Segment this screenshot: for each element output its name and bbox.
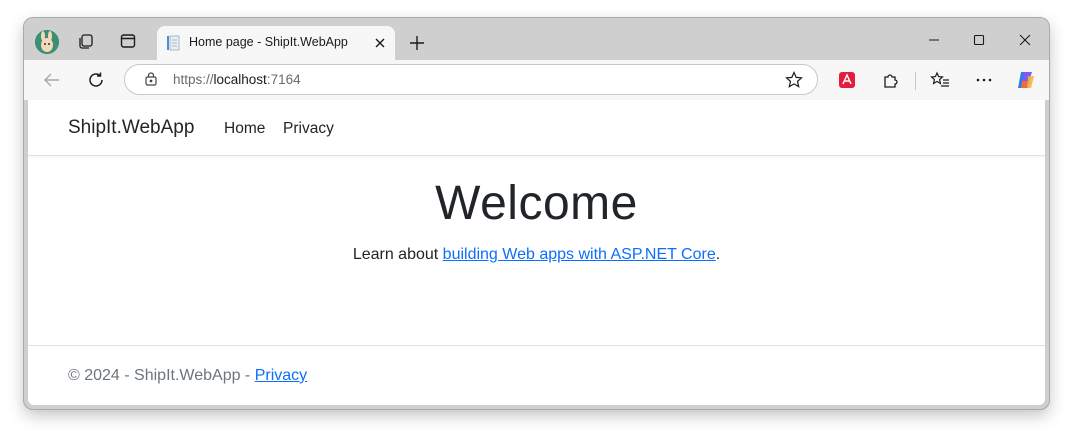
page-title: Welcome (435, 177, 638, 230)
window-close-icon[interactable] (1007, 28, 1043, 52)
url-host: localhost (213, 72, 267, 87)
browser-toolbar: https://localhost:7164 (24, 60, 1049, 100)
footer-privacy-link[interactable]: Privacy (255, 367, 307, 384)
favorites-list-icon[interactable] (926, 66, 954, 94)
brand-link[interactable]: ShipIt.WebApp (68, 117, 194, 139)
address-bar[interactable]: https://localhost:7164 (124, 64, 818, 95)
url-text: https://localhost:7164 (173, 72, 301, 87)
lead-suffix: . (715, 246, 721, 263)
site-footer: © 2024 - ShipIt.WebApp - Privacy (28, 345, 1045, 405)
document-favicon-icon (165, 35, 181, 51)
toolbar-divider (915, 72, 916, 90)
back-arrow-icon[interactable] (38, 66, 66, 94)
maximize-icon[interactable] (961, 28, 997, 52)
aspnet-docs-link[interactable]: building Web apps with ASP.NET Core (443, 246, 716, 263)
web-page: ShipIt.WebApp Home Privacy Welcome Learn… (28, 100, 1045, 405)
site-info-icon[interactable] (143, 71, 159, 92)
footer-text: © 2024 - ShipIt.WebApp - Privacy (68, 367, 307, 385)
copilot-icon[interactable] (1012, 66, 1040, 94)
profile-avatar-icon[interactable] (35, 30, 59, 54)
lead-text: Learn about building Web apps with ASP.N… (28, 246, 1045, 264)
workspaces-icon[interactable] (72, 27, 100, 55)
tab-home-page[interactable]: Home page - ShipIt.WebApp (157, 26, 395, 60)
minimize-icon[interactable] (916, 28, 952, 52)
more-dots-icon[interactable] (970, 66, 998, 94)
plus-icon[interactable] (404, 30, 430, 56)
browser-window: Home page - ShipIt.WebApp https://localh… (24, 18, 1049, 409)
nav-link-home[interactable]: Home (224, 120, 265, 138)
acrobat-extension-icon[interactable] (833, 66, 861, 94)
lead-prefix: Learn about (352, 246, 443, 263)
footer-copyright: © 2024 - ShipIt.WebApp - (68, 367, 255, 384)
tab-title: Home page - ShipIt.WebApp (189, 35, 348, 49)
extensions-puzzle-icon[interactable] (877, 66, 905, 94)
star-icon[interactable] (785, 71, 803, 94)
tab-strip: Home page - ShipIt.WebApp (24, 18, 1049, 60)
site-navbar: ShipIt.WebApp Home Privacy (28, 100, 1045, 156)
url-port: :7164 (266, 72, 301, 87)
refresh-icon[interactable] (82, 66, 110, 94)
url-protocol: https:// (173, 72, 214, 87)
vertical-tabs-icon[interactable] (114, 27, 142, 55)
close-icon[interactable] (371, 34, 389, 52)
nav-link-privacy[interactable]: Privacy (283, 120, 334, 138)
